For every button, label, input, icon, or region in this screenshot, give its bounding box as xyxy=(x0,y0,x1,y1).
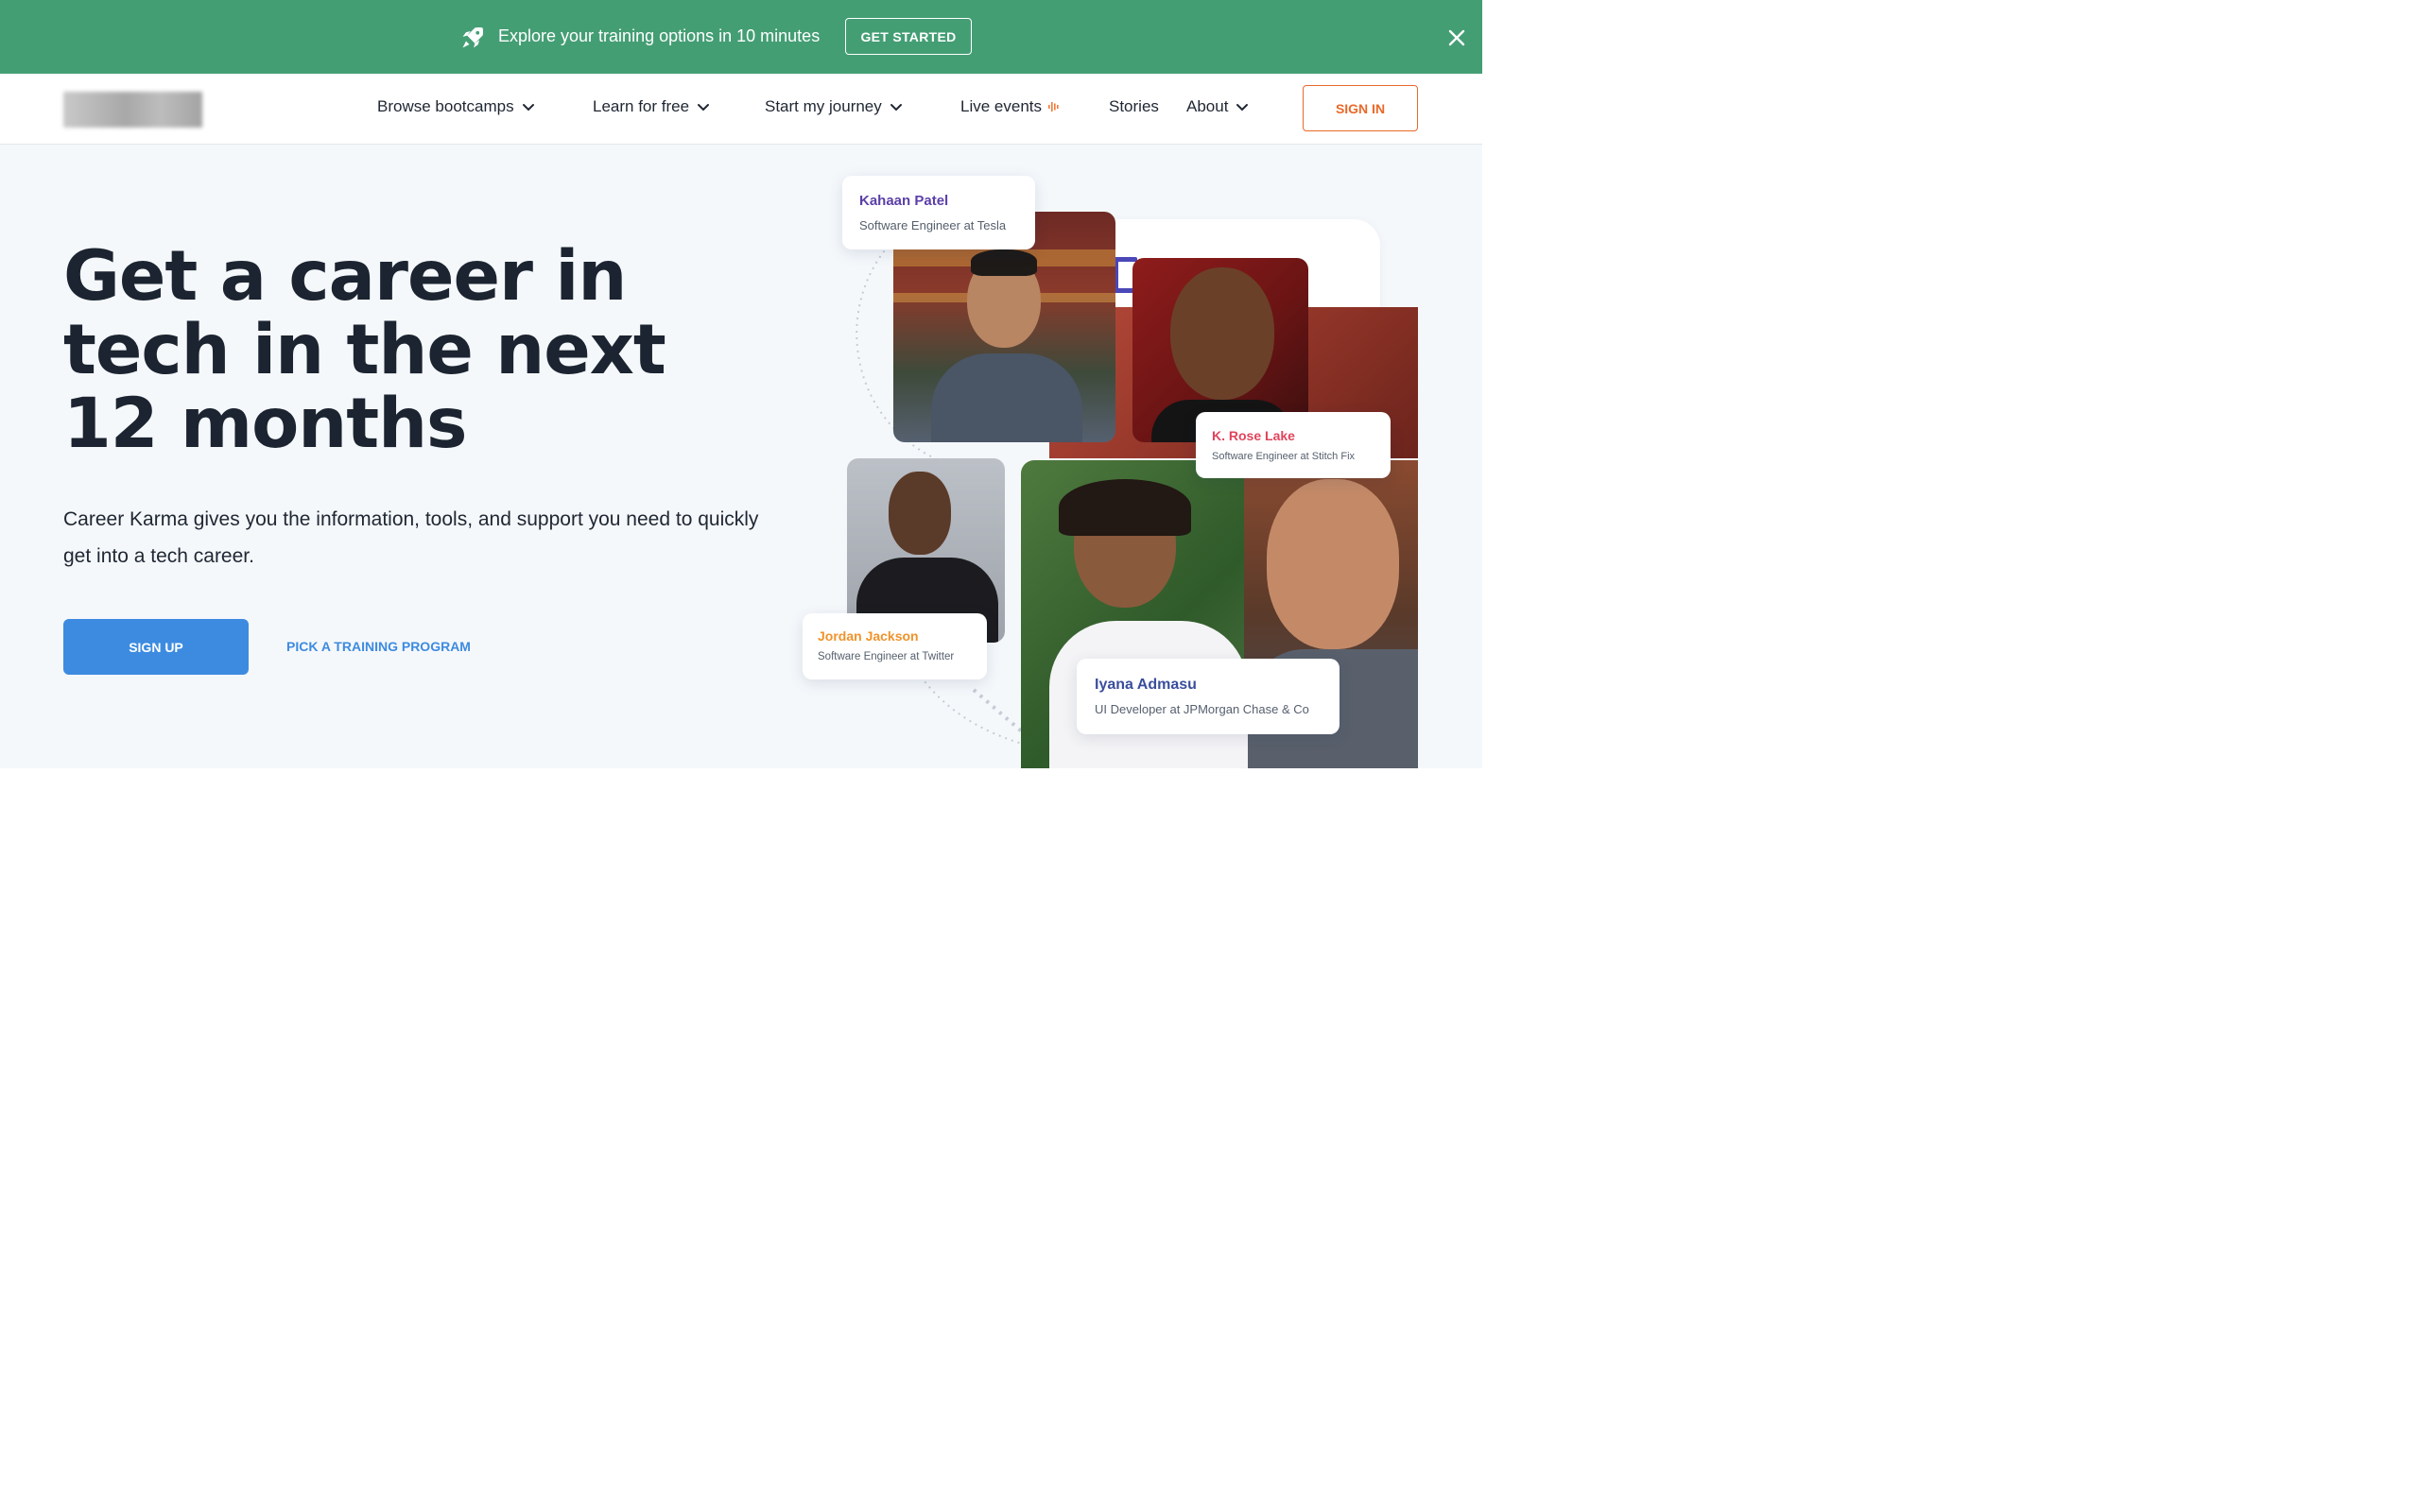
testimonial-name: K. Rose Lake xyxy=(1212,428,1295,443)
get-started-button[interactable]: GET STARTED xyxy=(845,18,972,55)
promo-banner: Explore your training options in 10 minu… xyxy=(0,0,1482,74)
nav-about[interactable]: About xyxy=(1186,97,1249,116)
testimonial-role: Software Engineer at Tesla xyxy=(859,218,1007,232)
live-audio-icon xyxy=(1048,102,1059,112)
nav-start-my-journey[interactable]: Start my journey xyxy=(765,97,903,116)
pick-training-program-link[interactable]: PICK A TRAINING PROGRAM xyxy=(286,639,471,654)
banner-text: Explore your training options in 10 minu… xyxy=(498,26,821,45)
testimonial-role: Software Engineer at Stitch Fix xyxy=(1212,451,1356,462)
chevron-down-icon xyxy=(890,103,902,111)
nav-learn-for-free[interactable]: Learn for free xyxy=(593,97,710,116)
testimonial-role: Software Engineer at Twitter xyxy=(818,651,955,662)
nav-item-label: Start my journey xyxy=(765,97,882,115)
rocket-icon xyxy=(462,26,484,48)
testimonial-name: Iyana Admasu xyxy=(1095,677,1197,693)
nav-stories[interactable]: Stories xyxy=(1109,97,1159,116)
main-nav: Browse bootcamps Learn for free Start my… xyxy=(0,74,1482,145)
chevron-down-icon xyxy=(698,103,710,111)
nav-item-label: Browse bootcamps xyxy=(377,97,514,115)
testimonial-role: UI Developer at JPMorgan Chase & Co xyxy=(1095,702,1309,716)
sign-up-button[interactable]: SIGN UP xyxy=(63,619,249,675)
testimonial-card-kahaan: Kahaan Patel Software Engineer at Tesla xyxy=(842,176,1035,249)
testimonial-card-rose: K. Rose Lake Software Engineer at Stitch… xyxy=(1196,412,1391,478)
close-icon[interactable] xyxy=(1446,27,1467,48)
testimonial-name: Kahaan Patel xyxy=(859,193,949,209)
nav-item-label: Learn for free xyxy=(593,97,690,115)
chevron-down-icon xyxy=(522,103,534,111)
chevron-down-icon xyxy=(1236,103,1249,111)
nav-browse-bootcamps[interactable]: Browse bootcamps xyxy=(377,97,535,116)
testimonial-card-jordan: Jordan Jackson Software Engineer at Twit… xyxy=(803,613,987,679)
logo[interactable] xyxy=(63,92,202,128)
sign-in-button[interactable]: SIGN IN xyxy=(1303,85,1418,131)
nav-live-events[interactable]: Live events xyxy=(960,97,1061,116)
nav-item-label: About xyxy=(1186,97,1229,115)
nav-item-label: Stories xyxy=(1109,97,1159,115)
testimonial-name: Jordan Jackson xyxy=(818,628,919,644)
testimonial-card-iyana: Iyana Admasu UI Developer at JPMorgan Ch… xyxy=(1077,659,1340,734)
nav-item-label: Live events xyxy=(960,97,1042,115)
hero-subtext: Career Karma gives you the information, … xyxy=(63,508,759,567)
hero-headline: Get a career in tech in the next 12 mont… xyxy=(63,236,666,464)
